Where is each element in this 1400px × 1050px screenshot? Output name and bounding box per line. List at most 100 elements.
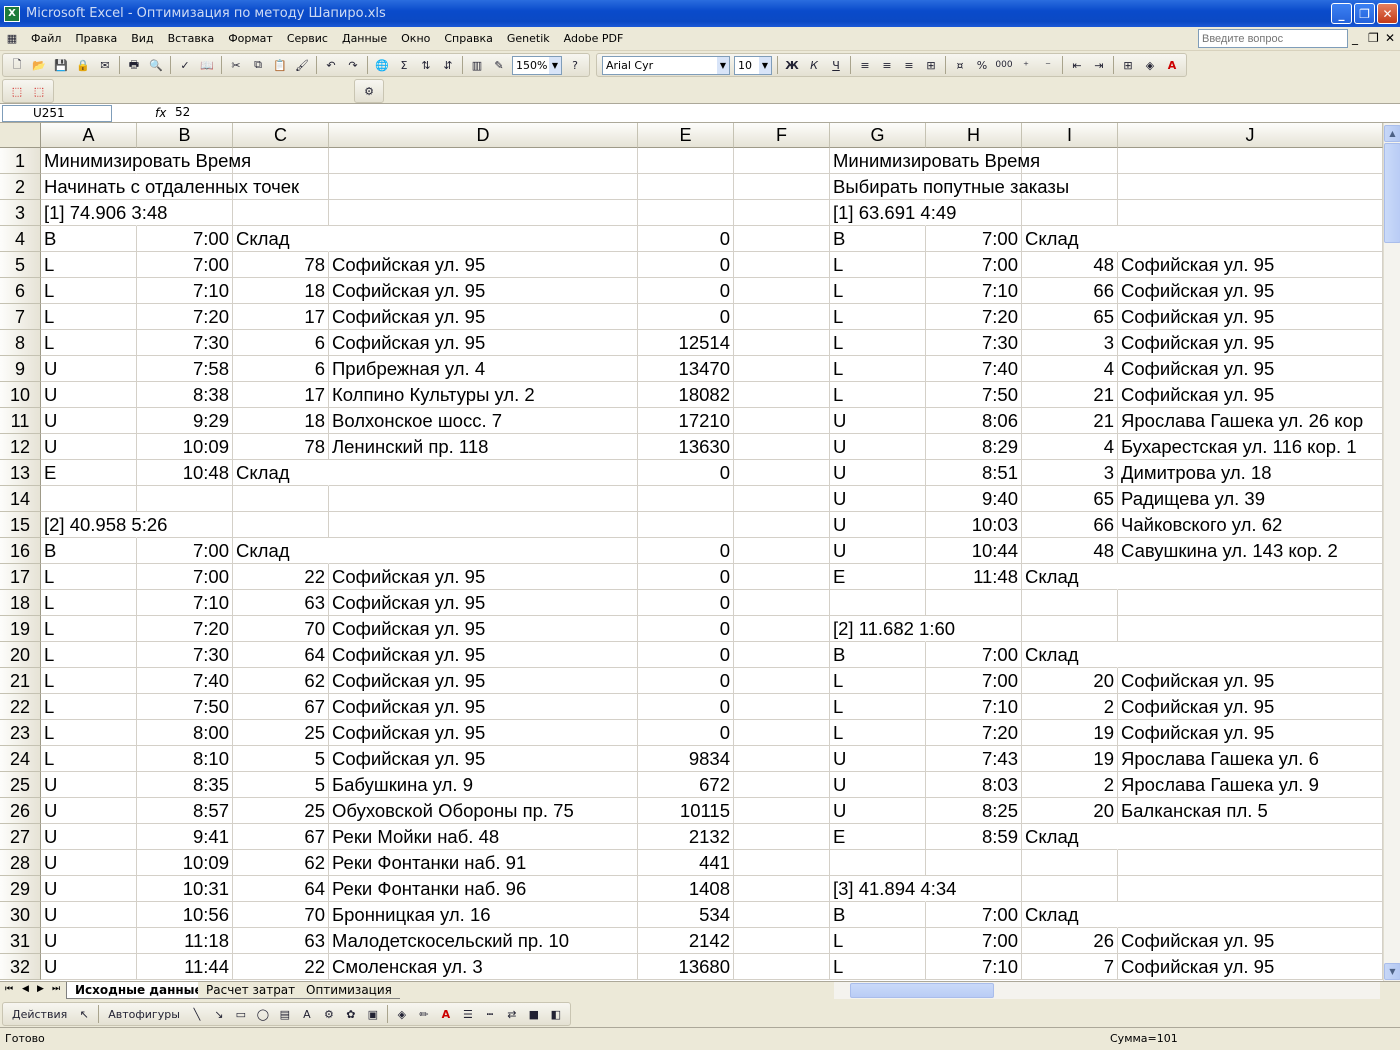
cell-a32[interactable]: U	[41, 954, 137, 980]
cell-e7[interactable]: 0	[638, 304, 734, 330]
document-icon[interactable]: ▦	[1, 29, 23, 49]
minimize-button[interactable]: _	[1331, 3, 1352, 24]
cell-j30[interactable]	[1118, 902, 1383, 928]
cell-f11[interactable]	[734, 408, 830, 434]
cell-d1[interactable]	[329, 148, 638, 174]
cell-j3[interactable]	[1118, 200, 1383, 226]
cell-f24[interactable]	[734, 746, 830, 772]
cell-e15[interactable]	[638, 512, 734, 538]
cell-c26[interactable]: 25	[233, 798, 329, 824]
paste-icon[interactable]: 📋	[270, 55, 290, 75]
cell-i4[interactable]: Склад	[1022, 226, 1118, 252]
cell-d19[interactable]: Софийская ул. 95	[329, 616, 638, 642]
column-header-a[interactable]: A	[41, 123, 137, 148]
cell-a4[interactable]: B	[41, 226, 137, 252]
cell-a30[interactable]: U	[41, 902, 137, 928]
cell-h15[interactable]: 10:03	[926, 512, 1022, 538]
menu-item-8[interactable]: Справка	[437, 28, 499, 50]
menu-item-4[interactable]: Формат	[221, 28, 280, 50]
cell-g19[interactable]: [2] 11.682 1:60	[830, 616, 955, 642]
cell-g20[interactable]: B	[830, 642, 926, 668]
cell-b25[interactable]: 8:35	[137, 772, 233, 798]
pdf-convert-icon[interactable]: ⬚	[7, 81, 27, 101]
increase-indent-icon[interactable]: ⇥	[1089, 55, 1109, 75]
vertical-scrollbar[interactable]: ▲ ▼	[1383, 123, 1400, 981]
cell-b22[interactable]: 7:50	[137, 694, 233, 720]
italic-button[interactable]: К	[804, 55, 824, 75]
cell-d21[interactable]: Софийская ул. 95	[329, 668, 638, 694]
cell-g4[interactable]: B	[830, 226, 926, 252]
cell-c12[interactable]: 78	[233, 434, 329, 460]
cell-i25[interactable]: 2	[1022, 772, 1118, 798]
cell-a11[interactable]: U	[41, 408, 137, 434]
name-box[interactable]: U251	[2, 105, 112, 122]
cell-e1[interactable]	[638, 148, 734, 174]
sort-descending-icon[interactable]: ⇵	[438, 55, 458, 75]
cell-b26[interactable]: 8:57	[137, 798, 233, 824]
cell-j26[interactable]: Балканская пл. 5	[1118, 798, 1383, 824]
cell-b10[interactable]: 8:38	[137, 382, 233, 408]
cell-g26[interactable]: U	[830, 798, 926, 824]
cell-b4[interactable]: 7:00	[137, 226, 233, 252]
cell-g14[interactable]: U	[830, 486, 926, 512]
cell-c18[interactable]: 63	[233, 590, 329, 616]
mdi-restore-icon[interactable]: ❐	[1368, 31, 1379, 45]
percent-button[interactable]: %	[972, 55, 992, 75]
cell-c22[interactable]: 67	[233, 694, 329, 720]
cell-i3[interactable]	[1022, 200, 1118, 226]
arrow-icon[interactable]: ↘	[209, 1004, 229, 1024]
save-icon[interactable]: 💾	[51, 55, 71, 75]
cell-e27[interactable]: 2132	[638, 824, 734, 850]
row-header[interactable]: 27	[0, 824, 41, 850]
cell-c7[interactable]: 17	[233, 304, 329, 330]
cell-e31[interactable]: 2142	[638, 928, 734, 954]
cell-j20[interactable]	[1118, 642, 1383, 668]
actions-menu[interactable]: Действия	[7, 1004, 72, 1024]
font-color-draw-icon[interactable]: A	[436, 1004, 456, 1024]
column-header-g[interactable]: G	[830, 123, 926, 148]
cell-h18[interactable]	[926, 590, 1022, 616]
cell-e30[interactable]: 534	[638, 902, 734, 928]
cell-f7[interactable]	[734, 304, 830, 330]
spelling-icon[interactable]: ✓	[175, 55, 195, 75]
cell-g18[interactable]	[830, 590, 926, 616]
row-header[interactable]: 29	[0, 876, 41, 902]
column-header-e[interactable]: E	[638, 123, 734, 148]
cell-h30[interactable]: 7:00	[926, 902, 1022, 928]
dash-style-icon[interactable]: ┅	[480, 1004, 500, 1024]
cell-a3[interactable]: [1] 74.906 3:48	[41, 200, 167, 226]
cell-d14[interactable]	[329, 486, 638, 512]
cell-h4[interactable]: 7:00	[926, 226, 1022, 252]
column-header-f[interactable]: F	[734, 123, 830, 148]
cell-c25[interactable]: 5	[233, 772, 329, 798]
cell-c11[interactable]: 18	[233, 408, 329, 434]
cell-a10[interactable]: U	[41, 382, 137, 408]
cell-h26[interactable]: 8:25	[926, 798, 1022, 824]
cell-c32[interactable]: 22	[233, 954, 329, 980]
cell-a18[interactable]: L	[41, 590, 137, 616]
cell-f32[interactable]	[734, 954, 830, 980]
row-header[interactable]: 4	[0, 226, 41, 252]
cell-e17[interactable]: 0	[638, 564, 734, 590]
cell-i23[interactable]: 19	[1022, 720, 1118, 746]
select-objects-icon[interactable]: ↖	[74, 1004, 94, 1024]
cell-h8[interactable]: 7:30	[926, 330, 1022, 356]
mdi-minimize-icon[interactable]: _	[1352, 31, 1358, 45]
cell-a22[interactable]: L	[41, 694, 137, 720]
fx-icon[interactable]: fx	[155, 106, 166, 120]
cell-j10[interactable]: Софийская ул. 95	[1118, 382, 1383, 408]
cell-j14[interactable]: Радищева ул. 39	[1118, 486, 1383, 512]
row-header[interactable]: 10	[0, 382, 41, 408]
cell-f22[interactable]	[734, 694, 830, 720]
cell-e28[interactable]: 441	[638, 850, 734, 876]
cell-b7[interactable]: 7:20	[137, 304, 233, 330]
genetik-icon[interactable]: ⚙	[359, 81, 379, 101]
cell-f13[interactable]	[734, 460, 830, 486]
cell-c19[interactable]: 70	[233, 616, 329, 642]
cell-g23[interactable]: L	[830, 720, 926, 746]
cell-a7[interactable]: L	[41, 304, 137, 330]
zoom-select[interactable]: 150% ▼	[512, 55, 562, 75]
cell-i6[interactable]: 66	[1022, 278, 1118, 304]
cell-j12[interactable]: Бухарестская ул. 116 кор. 1	[1118, 434, 1383, 460]
cell-h14[interactable]: 9:40	[926, 486, 1022, 512]
